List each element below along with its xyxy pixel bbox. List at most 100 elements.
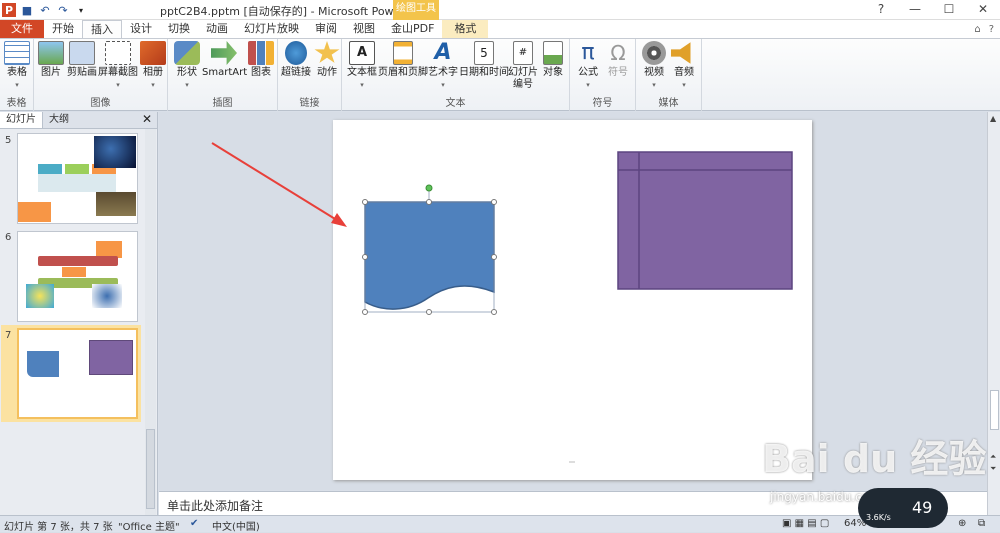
picture-button[interactable]: 图片 bbox=[38, 41, 64, 79]
hyperlink-globe-icon bbox=[285, 41, 307, 65]
scroll-up-icon[interactable]: ▲ bbox=[990, 114, 996, 123]
editor-scroll-thumb[interactable] bbox=[990, 390, 999, 430]
header-footer-button[interactable]: 页眉和页脚 bbox=[378, 41, 428, 79]
screenshot-button[interactable]: 屏幕截图 ▾ bbox=[98, 41, 138, 91]
spell-check-icon[interactable]: ✔ bbox=[190, 518, 198, 529]
equation-button[interactable]: π 公式 ▾ bbox=[574, 41, 602, 91]
video-button[interactable]: 视频 ▾ bbox=[640, 41, 668, 91]
window-controls: ? — ☐ ✕ bbox=[864, 0, 1000, 20]
minimize-button[interactable]: — bbox=[898, 0, 932, 20]
quick-access-toolbar: P ■ ↶ ↷ ▾ bbox=[0, 0, 88, 20]
thumb-shape bbox=[38, 164, 62, 174]
action-star-icon bbox=[314, 41, 340, 63]
album-button[interactable]: 相册 ▾ bbox=[140, 41, 166, 91]
window-title: pptC2B4.pptm [自动保存的] - Microsoft PowerPo… bbox=[160, 5, 433, 18]
tab-slideshow[interactable]: 幻灯片放映 bbox=[236, 20, 307, 38]
thumb-shape bbox=[62, 267, 86, 277]
tab-kingsoft-pdf[interactable]: 金山PDF bbox=[383, 20, 442, 38]
help-icon[interactable]: ? bbox=[864, 0, 898, 20]
pane-close-icon[interactable]: ✕ bbox=[142, 112, 157, 128]
omega-icon: Ω bbox=[610, 41, 626, 65]
document-shape[interactable] bbox=[364, 201, 495, 310]
shapes-icon bbox=[174, 41, 200, 65]
tab-review[interactable]: 审阅 bbox=[307, 20, 345, 38]
slide-count-status: 幻灯片 第 7 张，共 7 张 bbox=[4, 522, 113, 533]
group-symbols: π 公式 ▾ Ω 符号 符号 bbox=[570, 39, 636, 111]
calendar-icon: 5 bbox=[474, 41, 494, 65]
smartart-button[interactable]: SmartArt bbox=[202, 41, 247, 79]
thumb-image bbox=[26, 284, 54, 308]
tab-view[interactable]: 视图 bbox=[345, 20, 383, 38]
slide-number-5: 5 bbox=[5, 135, 12, 146]
photo-album-icon bbox=[140, 41, 166, 65]
textbox-icon: A bbox=[349, 41, 375, 65]
screenshot-icon bbox=[105, 41, 131, 65]
datetime-button[interactable]: 5 日期和时间 bbox=[458, 41, 510, 79]
language-status[interactable]: 中文(中国) bbox=[212, 518, 260, 533]
header-footer-icon bbox=[393, 41, 413, 65]
thumb-shape bbox=[89, 340, 133, 375]
slide-number-6: 6 bbox=[5, 232, 12, 243]
fit-to-window-icon[interactable]: ⧉ bbox=[978, 518, 985, 529]
slide-thumbnail-6[interactable] bbox=[17, 231, 138, 322]
tab-outline[interactable]: 大纲 bbox=[43, 112, 75, 128]
tab-insert[interactable]: 插入 bbox=[82, 20, 122, 38]
tab-format[interactable]: 格式 bbox=[442, 20, 489, 38]
action-button[interactable]: 动作 bbox=[314, 41, 340, 79]
editor-scrollbar[interactable]: ▲ ⏶ ⏷ bbox=[987, 112, 1000, 515]
redo-icon[interactable]: ↷ bbox=[56, 3, 70, 17]
group-media: 视频 ▾ 音频 ▾ 媒体 bbox=[636, 39, 702, 111]
slide-thumbnail-7[interactable] bbox=[17, 328, 138, 419]
pane-scrollbar[interactable] bbox=[145, 129, 156, 515]
save-icon[interactable]: ■ bbox=[20, 3, 34, 17]
tab-design[interactable]: 设计 bbox=[122, 20, 160, 38]
symbol-button[interactable]: Ω 符号 bbox=[604, 41, 632, 79]
group-text: A 文本框 ▾ 页眉和页脚 A 艺术字 ▾ 5 日期和时间 # 幻灯片 编号 对象 文… bbox=[342, 39, 570, 111]
tab-slides[interactable]: 幻灯片 bbox=[0, 112, 43, 128]
chart-button[interactable]: 图表 bbox=[248, 41, 274, 79]
slide-number-icon: # bbox=[513, 41, 533, 65]
table-icon bbox=[4, 41, 30, 65]
pane-tabs: 幻灯片 大纲 ✕ bbox=[0, 112, 157, 129]
textbox-button[interactable]: A 文本框 ▾ bbox=[346, 41, 378, 91]
tab-home[interactable]: 开始 bbox=[44, 20, 82, 38]
pane-scroll-thumb[interactable] bbox=[146, 429, 155, 509]
table-button[interactable]: 表格 ▾ bbox=[3, 41, 31, 91]
prev-slide-icon[interactable]: ⏶ bbox=[990, 452, 996, 462]
tab-animations[interactable]: 动画 bbox=[198, 20, 236, 38]
hyperlink-button[interactable]: 超链接 bbox=[280, 41, 312, 79]
close-button[interactable]: ✕ bbox=[966, 0, 1000, 20]
object-button[interactable]: 对象 bbox=[540, 41, 566, 79]
zoom-in-icon[interactable]: ⊕ bbox=[958, 518, 966, 529]
minimize-ribbon-icon[interactable]: ⌂ bbox=[974, 21, 980, 38]
internal-storage-shape[interactable] bbox=[617, 151, 793, 290]
clipart-button[interactable]: 剪贴画 bbox=[66, 41, 98, 79]
speed-rate: 3.6K/s bbox=[866, 513, 891, 522]
slide-thumbnail-5[interactable] bbox=[17, 133, 138, 224]
theme-status[interactable]: "Office 主题" bbox=[118, 518, 180, 533]
view-buttons[interactable]: ▣ ▦ ▤ ▢ bbox=[782, 518, 829, 529]
film-reel-icon bbox=[642, 41, 666, 65]
next-slide-icon[interactable]: ⏷ bbox=[990, 464, 996, 474]
shapes-button[interactable]: 形状 ▾ bbox=[174, 41, 200, 91]
thumb-shape bbox=[27, 351, 59, 377]
tab-file[interactable]: 文件 bbox=[0, 20, 44, 38]
smartart-icon bbox=[211, 41, 237, 65]
tab-transitions[interactable]: 切换 bbox=[160, 20, 198, 38]
ribbon-right-controls: ⌂ ? bbox=[974, 21, 1000, 38]
slide-number-button[interactable]: # 幻灯片 编号 bbox=[508, 41, 538, 91]
powerpoint-app-icon[interactable]: P bbox=[2, 3, 16, 17]
wordart-button[interactable]: A 艺术字 ▾ bbox=[428, 41, 458, 91]
slide-canvas[interactable] bbox=[333, 120, 812, 480]
chart-icon bbox=[248, 41, 274, 65]
help-circle-icon[interactable]: ? bbox=[989, 21, 994, 38]
picture-icon bbox=[38, 41, 64, 65]
pi-icon: π bbox=[581, 40, 595, 65]
maximize-button[interactable]: ☐ bbox=[932, 0, 966, 20]
undo-icon[interactable]: ↶ bbox=[38, 3, 52, 17]
drawing-tools-label: 绘图工具 bbox=[393, 0, 439, 20]
customize-qat-icon[interactable]: ▾ bbox=[74, 3, 88, 17]
audio-button[interactable]: 音频 ▾ bbox=[670, 41, 698, 91]
baidu-watermark: Bai du 经验 bbox=[762, 437, 987, 481]
thumb-shape bbox=[65, 164, 89, 174]
